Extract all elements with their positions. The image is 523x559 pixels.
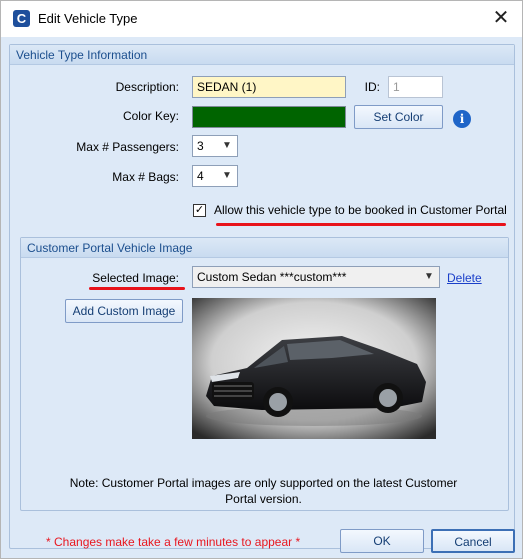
set-color-button[interactable]: Set Color — [354, 105, 443, 129]
close-icon: ✕ — [492, 7, 510, 29]
chevron-down-icon: ▼ — [424, 271, 434, 282]
portal-image-header: Customer Portal Vehicle Image — [21, 238, 508, 258]
app-logo-icon: C — [13, 10, 30, 27]
add-custom-image-button[interactable]: Add Custom Image — [65, 299, 183, 323]
color-key-swatch — [192, 106, 346, 128]
chevron-down-icon: ▼ — [222, 140, 232, 151]
chevron-down-icon: ▼ — [222, 170, 232, 181]
info-icon[interactable]: i — [453, 110, 471, 128]
color-key-label: Color Key: — [122, 109, 179, 123]
id-label: ID: — [364, 80, 380, 94]
allow-portal-checkbox[interactable]: ✓ — [193, 204, 206, 217]
portal-image-title: Customer Portal Vehicle Image — [27, 241, 193, 255]
title-bar: C Edit Vehicle Type ✕ — [1, 1, 522, 37]
selected-image-select[interactable]: Custom Sedan ***custom*** ▼ — [192, 266, 440, 288]
vehicle-type-info-title: Vehicle Type Information — [16, 48, 148, 62]
description-label: Description: — [115, 80, 179, 94]
cancel-button[interactable]: Cancel — [431, 529, 515, 553]
window-title: Edit Vehicle Type — [38, 11, 138, 26]
max-bags-value: 4 — [197, 169, 204, 183]
allow-portal-label: Allow this vehicle type to be booked in … — [214, 203, 507, 217]
max-passengers-value: 3 — [197, 139, 204, 153]
selected-image-value: Custom Sedan ***custom*** — [197, 270, 347, 284]
edit-vehicle-type-dialog: C Edit Vehicle Type ✕ Vehicle Type Infor… — [0, 0, 523, 559]
delete-image-link[interactable]: Delete — [447, 271, 482, 285]
ok-button[interactable]: OK — [340, 529, 424, 553]
max-passengers-select[interactable]: 3 ▼ — [192, 135, 238, 157]
vehicle-type-info-header: Vehicle Type Information — [10, 45, 514, 65]
portal-note: Note: Customer Portal images are only su… — [69, 476, 458, 506]
selected-image-label: Selected Image: — [92, 271, 179, 285]
allow-portal-highlight — [216, 223, 506, 226]
checkmark-icon: ✓ — [194, 204, 205, 216]
selected-image-highlight — [89, 287, 185, 290]
close-button[interactable]: ✕ — [490, 7, 512, 29]
max-bags-select[interactable]: 4 ▼ — [192, 165, 238, 187]
max-passengers-label: Max # Passengers: — [76, 140, 179, 154]
changes-warning: * Changes make take a few minutes to app… — [46, 535, 301, 549]
max-bags-label: Max # Bags: — [112, 170, 179, 184]
id-input: 1 — [388, 76, 443, 98]
sedan-photo — [192, 298, 436, 439]
vehicle-image — [192, 298, 436, 439]
description-input[interactable]: SEDAN (1) — [192, 76, 346, 98]
